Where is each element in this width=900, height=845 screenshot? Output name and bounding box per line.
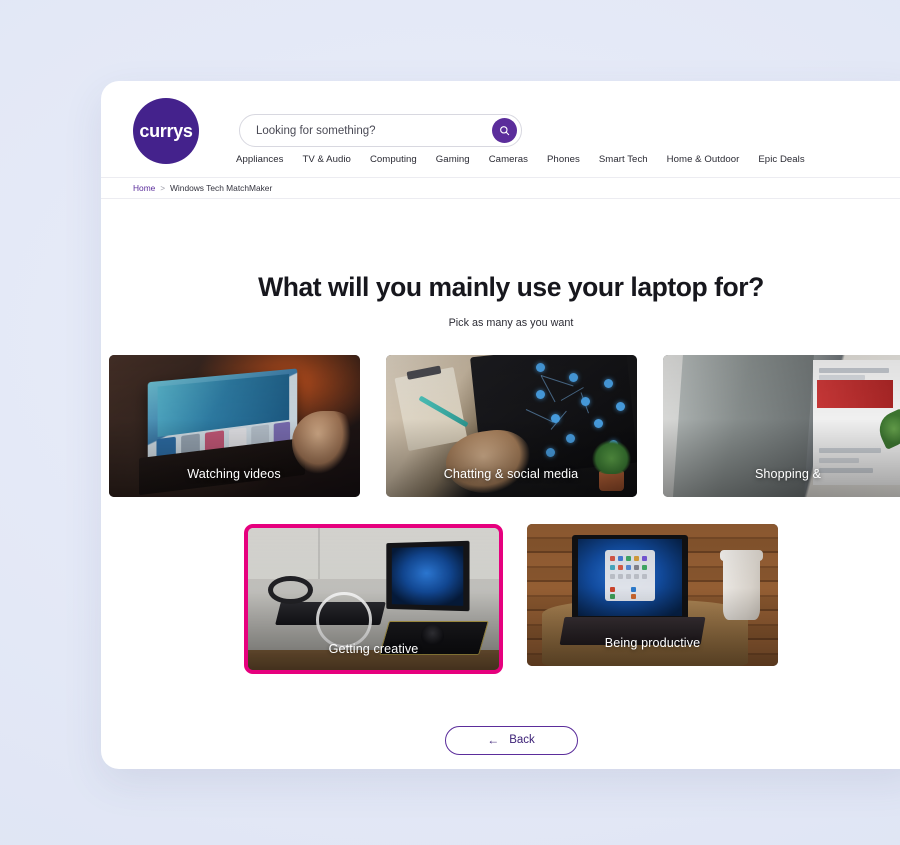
main-navigation: Appliances TV & Audio Computing Gaming C… [236, 154, 805, 165]
option-card-being-productive[interactable]: Being productive [527, 523, 778, 666]
site-panel: currys Appliances TV & Audio Computing G… [101, 81, 900, 769]
nav-item-gaming[interactable]: Gaming [436, 154, 470, 165]
option-row-2: Getting creative Being productive [101, 523, 900, 674]
option-card-chatting-social-media[interactable]: Chatting & social media [385, 354, 637, 497]
option-label: Getting creative [328, 641, 419, 656]
card-media: Watching videos [108, 354, 360, 497]
option-card-watching-videos[interactable]: Watching videos [108, 354, 360, 497]
breadcrumb-current: Windows Tech MatchMaker [170, 183, 273, 193]
nav-item-cameras[interactable]: Cameras [489, 154, 528, 165]
breadcrumb: Home > Windows Tech MatchMaker [101, 177, 900, 199]
nav-item-tv-audio[interactable]: TV & Audio [302, 154, 351, 165]
search-submit-button[interactable] [492, 118, 517, 143]
currys-logo[interactable]: currys [133, 98, 199, 164]
back-button-label: Back [509, 734, 535, 747]
card-media: Being productive [527, 523, 778, 666]
logo-text: currys [139, 121, 193, 141]
breadcrumb-home[interactable]: Home [133, 183, 155, 193]
back-button[interactable]: ← Back [444, 725, 578, 755]
option-label: Watching videos [187, 466, 281, 481]
search-input[interactable] [256, 124, 492, 137]
option-label: Being productive [604, 635, 701, 650]
nav-item-smart-tech[interactable]: Smart Tech [599, 154, 648, 165]
search-box [239, 114, 522, 147]
breadcrumb-separator: > [160, 183, 166, 193]
quiz-footer: ← Back [101, 725, 900, 755]
card-media: Chatting & social media [385, 354, 637, 497]
nav-item-appliances[interactable]: Appliances [236, 154, 283, 165]
nav-item-phones[interactable]: Phones [547, 154, 580, 165]
option-label: Chatting & social media [443, 466, 579, 481]
search-bar [239, 114, 522, 147]
option-card-getting-creative[interactable]: Getting creative [244, 523, 503, 674]
card-media: Shopping & [662, 354, 900, 497]
page-title: What will you mainly use your laptop for… [258, 272, 764, 302]
nav-item-computing[interactable]: Computing [370, 154, 417, 165]
page-subtitle: Pick as many as you want [448, 316, 574, 329]
card-media: Getting creative [248, 527, 499, 670]
nav-item-epic-deals[interactable]: Epic Deals [758, 154, 804, 165]
option-label: Shopping & [754, 466, 822, 481]
arrow-left-icon: ← [487, 733, 500, 748]
site-header: currys Appliances TV & Audio Computing G… [101, 81, 900, 177]
option-row-1: Watching videos Chatting & social media … [101, 354, 900, 497]
search-icon [500, 126, 510, 136]
nav-item-home-outdoor[interactable]: Home & Outdoor [667, 154, 740, 165]
option-card-shopping[interactable]: Shopping & [662, 354, 900, 497]
quiz-section: What will you mainly use your laptop for… [101, 199, 900, 755]
